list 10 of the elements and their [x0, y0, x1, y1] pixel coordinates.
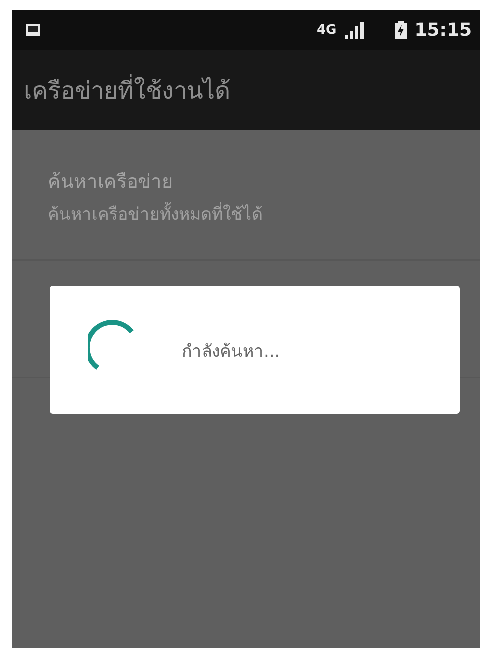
searching-message: กำลังค้นหา... [182, 340, 280, 364]
battery-charging-icon [394, 21, 407, 39]
network-type: 4G [316, 22, 337, 38]
item-title: ค้นหาเครือข่าย [48, 170, 174, 195]
clock-time: 15:15 [414, 20, 472, 40]
image-notification-icon [26, 24, 40, 36]
screen-title: เครือข่ายที่ใช้งานได้ [24, 70, 231, 110]
item-summary: ค้นหาเครือข่ายทั้งหมดที่ใช้ได้ [48, 200, 444, 227]
signal-icon [344, 22, 365, 38]
search-networks-item[interactable]: ค้นหาเครือข่าย ค้นหาเครือข่ายทั้งหมดที่ใช้ได้ [12, 130, 480, 261]
